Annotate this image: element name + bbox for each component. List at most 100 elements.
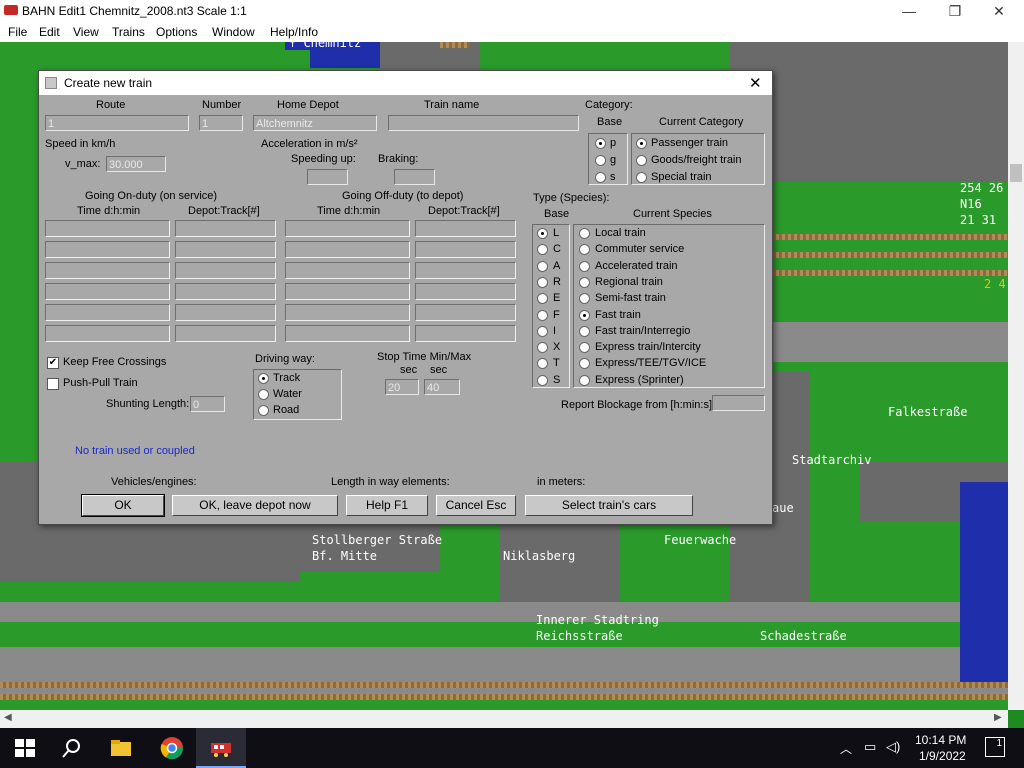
map-label-reichs: Reichsstraße xyxy=(536,629,623,643)
onduty-depot-cell[interactable] xyxy=(175,262,276,279)
file-explorer-icon[interactable] xyxy=(109,736,133,760)
horizontal-scrollbar[interactable]: ◀ ▶ xyxy=(0,710,1008,728)
scroll-left-icon[interactable]: ◀ xyxy=(4,712,12,723)
menu-view[interactable]: View xyxy=(73,25,99,39)
route-input[interactable]: 1 xyxy=(45,115,189,131)
dialog-close-button[interactable]: ✕ xyxy=(749,74,762,92)
keep-free-crossings-checkbox[interactable]: ✔ xyxy=(47,357,59,369)
vertical-scroll-thumb[interactable] xyxy=(1010,164,1022,182)
number-input[interactable]: 1 xyxy=(199,115,243,131)
species-current-radio[interactable] xyxy=(579,228,590,239)
select-cars-button[interactable]: Select train's cars xyxy=(525,495,693,516)
maximize-button[interactable]: ❐ xyxy=(932,0,978,22)
species-current-radio[interactable] xyxy=(579,260,590,272)
search-icon[interactable] xyxy=(60,736,84,760)
driving-way-radio[interactable] xyxy=(258,389,269,400)
braking-input[interactable] xyxy=(394,169,435,185)
offduty-depot-cell[interactable] xyxy=(415,325,516,342)
notifications-icon[interactable]: 1 xyxy=(985,737,1005,757)
category-current-radio[interactable] xyxy=(636,172,647,183)
onduty-time-cell[interactable] xyxy=(45,220,170,237)
category-base-radio[interactable] xyxy=(595,172,606,183)
offduty-depot-cell[interactable] xyxy=(415,262,516,279)
species-current-radio[interactable] xyxy=(579,276,590,288)
scroll-right-icon[interactable]: ▶ xyxy=(994,712,1002,723)
category-base-radio[interactable] xyxy=(595,138,606,149)
menu-edit[interactable]: Edit xyxy=(39,25,60,39)
speeding-up-input[interactable] xyxy=(307,169,348,185)
home-depot-input[interactable]: Altchemnitz xyxy=(253,115,377,131)
category-current-radio[interactable] xyxy=(636,155,647,166)
ok-button[interactable]: OK xyxy=(81,494,165,517)
driving-way-radio[interactable] xyxy=(258,373,269,384)
species-base-option: T xyxy=(553,357,560,370)
species-base-radio[interactable] xyxy=(537,374,548,386)
category-current-radio[interactable] xyxy=(636,138,647,149)
species-base-radio[interactable] xyxy=(537,309,548,321)
species-base-radio[interactable] xyxy=(537,276,548,288)
category-label: Category: xyxy=(585,99,633,111)
menu-help[interactable]: Help/Info xyxy=(270,25,318,39)
offduty-time-cell[interactable] xyxy=(285,283,410,300)
menu-options[interactable]: Options xyxy=(156,25,197,39)
species-current-option: Express/TEE/TGV/ICE xyxy=(595,357,707,370)
category-base-radio[interactable] xyxy=(595,155,606,166)
onduty-time-cell[interactable] xyxy=(45,262,170,279)
onduty-time-cell[interactable] xyxy=(45,304,170,321)
offduty-time-cell[interactable] xyxy=(285,304,410,321)
close-button[interactable]: ✕ xyxy=(976,0,1022,22)
offduty-depot-cell[interactable] xyxy=(415,283,516,300)
onduty-depot-cell[interactable] xyxy=(175,220,276,237)
species-base-option: E xyxy=(553,292,561,305)
minimize-button[interactable]: — xyxy=(886,0,932,22)
species-base-radio[interactable] xyxy=(537,228,548,239)
species-current-radio[interactable] xyxy=(579,374,590,386)
windows-start-icon[interactable] xyxy=(13,736,37,760)
onduty-depot-cell[interactable] xyxy=(175,241,276,258)
driving-way-radio[interactable] xyxy=(258,405,269,416)
push-pull-checkbox[interactable] xyxy=(47,378,59,390)
train-name-input[interactable] xyxy=(388,115,579,131)
volume-icon[interactable]: ◁) xyxy=(886,739,900,755)
map-label-falke: Falkestraße xyxy=(888,405,968,419)
map-label-schade: Schadestraße xyxy=(760,629,847,643)
ok-leave-depot-button[interactable]: OK, leave depot now xyxy=(172,495,338,516)
offduty-time-cell[interactable] xyxy=(285,241,410,258)
menu-trains[interactable]: Trains xyxy=(112,25,145,39)
species-base-radio[interactable] xyxy=(537,325,548,337)
offduty-depot-cell[interactable] xyxy=(415,241,516,258)
clock-time[interactable]: 10:14 PM xyxy=(915,733,966,747)
network-icon[interactable]: ▭ xyxy=(864,739,876,755)
onduty-time-cell[interactable] xyxy=(45,325,170,342)
offduty-depot-cell[interactable] xyxy=(415,304,516,321)
species-base-option: C xyxy=(553,243,561,256)
onduty-depot-cell[interactable] xyxy=(175,325,276,342)
help-button[interactable]: Help F1 xyxy=(346,495,428,516)
offduty-depot-cell[interactable] xyxy=(415,220,516,237)
cancel-button[interactable]: Cancel Esc xyxy=(436,495,516,516)
onduty-time-cell[interactable] xyxy=(45,241,170,258)
onduty-depot-cell[interactable] xyxy=(175,304,276,321)
onduty-depot-cell[interactable] xyxy=(175,283,276,300)
vertical-scrollbar[interactable] xyxy=(1008,42,1024,710)
species-current-radio[interactable] xyxy=(579,309,590,321)
report-blockage-input[interactable] xyxy=(712,395,765,411)
bahn-taskbar-button[interactable] xyxy=(196,728,246,768)
category-current-option: Passenger train xyxy=(651,137,729,149)
chrome-icon[interactable] xyxy=(160,736,184,760)
clock-date[interactable]: 1/9/2022 xyxy=(919,749,966,763)
offduty-time-cell[interactable] xyxy=(285,220,410,237)
shunting-length-input[interactable]: 0 xyxy=(190,396,225,412)
stop-min-input[interactable]: 20 xyxy=(385,379,419,395)
offduty-time-cell[interactable] xyxy=(285,325,410,342)
stop-max-input[interactable]: 40 xyxy=(424,379,460,395)
tray-chevron-icon[interactable]: ︿ xyxy=(840,740,852,757)
notification-count: 1 xyxy=(996,738,1002,749)
offduty-time-cell[interactable] xyxy=(285,262,410,279)
menu-window[interactable]: Window xyxy=(212,25,255,39)
menu-file[interactable]: File xyxy=(8,25,27,39)
species-current-radio[interactable] xyxy=(579,325,590,337)
onduty-time-cell[interactable] xyxy=(45,283,170,300)
vmax-input[interactable]: 30.000 xyxy=(106,156,166,172)
species-base-radio[interactable] xyxy=(537,260,548,272)
